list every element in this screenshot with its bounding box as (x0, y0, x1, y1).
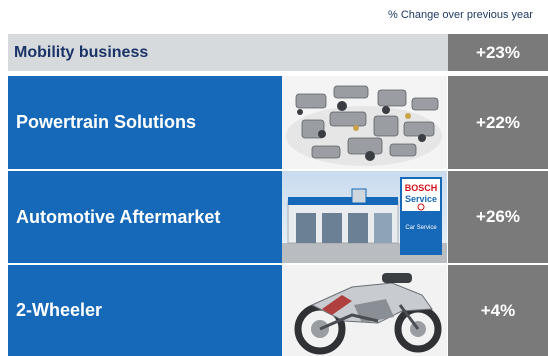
automotive-aftermarket-label-cell: Automotive Aftermarket (8, 171, 282, 263)
two-wheeler-value: +4% (448, 265, 548, 356)
mobility-business-label: Mobility business (14, 43, 149, 61)
automotive-aftermarket-label: Automotive Aftermarket (16, 206, 221, 227)
bosch-car-service-icon: BOSCH Service Car Service (282, 171, 447, 263)
powertrain-solutions-label-cell: Powertrain Solutions (8, 76, 282, 169)
powertrain-solutions-value: +22% (448, 76, 548, 169)
automotive-aftermarket-row: Automotive Aftermarket BOSCH Service Car… (0, 171, 548, 263)
mobility-business-row: Mobility business +23% (0, 34, 548, 71)
motorcycle-icon (282, 265, 447, 356)
sign-bosch-text: BOSCH (405, 183, 438, 193)
powertrain-solutions-label: Powertrain Solutions (16, 112, 197, 132)
mobility-business-value: +23% (448, 34, 548, 71)
two-wheeler-row: 2-Wheeler +4% (0, 265, 548, 356)
powertrain-solutions-row: Powertrain Solutions +22% (0, 76, 548, 169)
sign-service-text: Service (405, 194, 437, 204)
two-wheeler-label: 2-Wheeler (16, 300, 103, 320)
automotive-aftermarket-value: +26% (448, 171, 548, 263)
sign-car-service-text: Car Service (405, 225, 437, 231)
mobility-business-label-cell: Mobility business (8, 34, 448, 71)
powertrain-parts-icon (282, 76, 447, 169)
chart-caption: % Change over previous year (388, 9, 533, 21)
two-wheeler-label-cell: 2-Wheeler (8, 265, 282, 356)
